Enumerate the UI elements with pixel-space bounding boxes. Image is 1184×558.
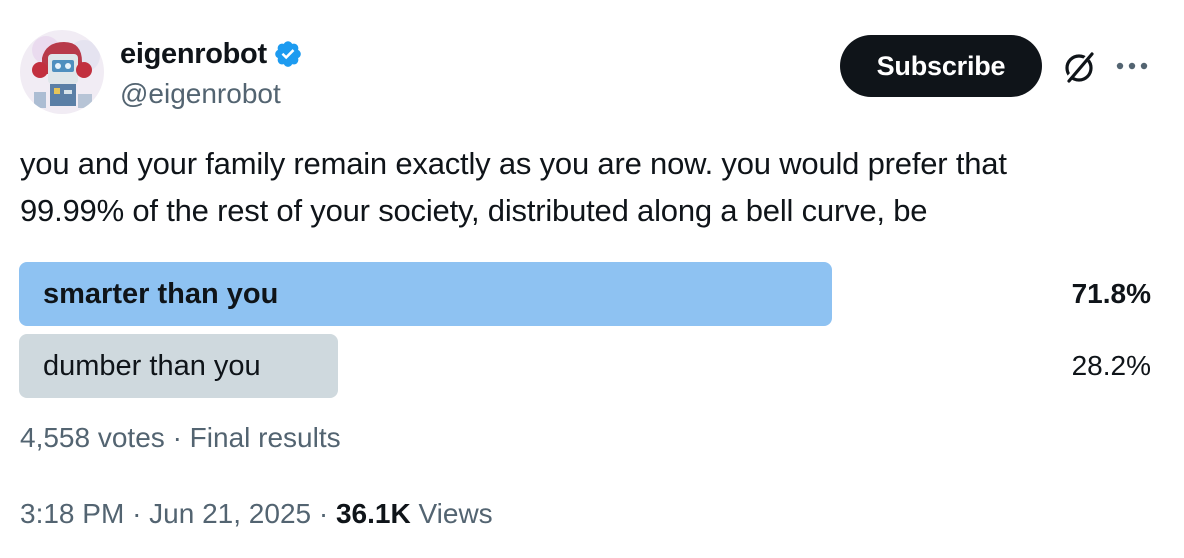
avatar[interactable] bbox=[20, 30, 104, 114]
tweet-time[interactable]: 3:18 PM bbox=[20, 498, 124, 529]
author-info: eigenrobot @eigenrobot bbox=[120, 36, 303, 110]
subscribe-button[interactable]: Subscribe bbox=[840, 35, 1042, 97]
handle[interactable]: @eigenrobot bbox=[120, 78, 303, 110]
avatar-image bbox=[20, 30, 104, 114]
views-label: Views bbox=[418, 498, 493, 529]
name-row: eigenrobot bbox=[120, 36, 303, 72]
separator: · bbox=[172, 422, 182, 453]
separator: · bbox=[318, 498, 329, 529]
poll-option-smarter: smarter than you 71.8% bbox=[19, 262, 1151, 326]
poll-status: Final results bbox=[189, 422, 341, 453]
grok-icon[interactable] bbox=[1060, 48, 1098, 86]
display-name[interactable]: eigenrobot bbox=[120, 38, 267, 71]
more-icon[interactable] bbox=[1112, 54, 1152, 78]
verified-badge-icon[interactable] bbox=[273, 39, 303, 69]
tweet-date[interactable]: Jun 21, 2025 bbox=[149, 498, 311, 529]
tweet-text-line: 99.99% of the rest of your society, dist… bbox=[20, 193, 928, 228]
timestamp-row: 3:18 PM · Jun 21, 2025 · 36.1K Views bbox=[20, 498, 493, 530]
poll-option-label: dumber than you bbox=[43, 350, 261, 382]
poll-option-percent: 28.2% bbox=[1071, 350, 1151, 381]
poll-option-label: smarter than you bbox=[43, 278, 279, 310]
tweet: eigenrobot @eigenrobot Subscribe you and bbox=[0, 0, 1184, 558]
poll-meta: 4,558 votes · Final results bbox=[20, 422, 341, 454]
tweet-text: you and your family remain exactly as yo… bbox=[20, 140, 1170, 234]
poll-option-dumber: dumber than you 28.2% bbox=[19, 334, 1151, 398]
poll-votes: 4,558 votes bbox=[20, 422, 165, 453]
views-count: 36.1K bbox=[335, 498, 411, 529]
separator: · bbox=[132, 498, 142, 529]
poll-option-percent: 71.8% bbox=[1071, 278, 1151, 309]
tweet-text-line: you and your family remain exactly as yo… bbox=[20, 146, 1007, 181]
